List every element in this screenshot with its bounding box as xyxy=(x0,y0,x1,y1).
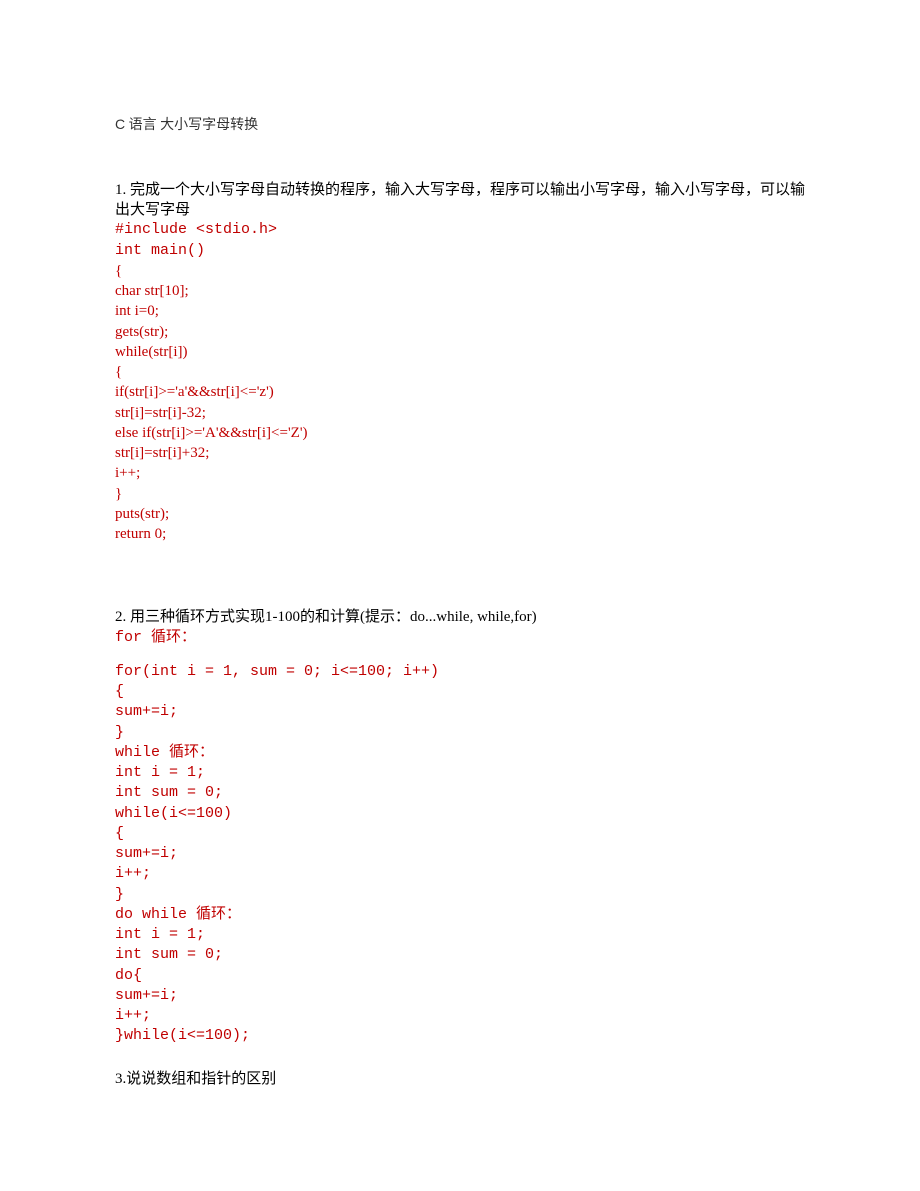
title-prefix: C xyxy=(115,116,125,132)
q1-code: #include <stdio.h> int main() { char str… xyxy=(115,220,805,544)
q2-prompt: 2. 用三种循环方式实现1-100的和计算(提示：do...while, whi… xyxy=(115,607,805,627)
q2-while-code: int i = 1; int sum = 0; while(i<=100) { … xyxy=(115,763,805,905)
q2-do-code: int i = 1; int sum = 0; do{ sum+=i; i++;… xyxy=(115,925,805,1047)
q3-prompt: 3.说说数组和指针的区别 xyxy=(115,1069,805,1089)
q2-for-label: for 循环： xyxy=(115,628,805,648)
question-3: 3.说说数组和指针的区别 xyxy=(115,1069,805,1089)
question-1: 1. 完成一个大小写字母自动转换的程序，输入大写字母，程序可以输出小写字母，输入… xyxy=(115,180,805,545)
q2-do-label: do while 循环： xyxy=(115,905,805,925)
document-page: C 语言 大小写字母转换 1. 完成一个大小写字母自动转换的程序，输入大写字母，… xyxy=(0,0,920,1157)
title-rest: 语言 大小写字母转换 xyxy=(125,118,258,133)
q1-prompt: 1. 完成一个大小写字母自动转换的程序，输入大写字母，程序可以输出小写字母，输入… xyxy=(115,180,805,221)
q2-for-code: for(int i = 1, sum = 0; i<=100; i++) { s… xyxy=(115,662,805,743)
question-2: 2. 用三种循环方式实现1-100的和计算(提示：do...while, whi… xyxy=(115,607,805,1046)
document-title: C 语言 大小写字母转换 xyxy=(115,115,805,136)
q2-while-label: while 循环： xyxy=(115,743,805,763)
